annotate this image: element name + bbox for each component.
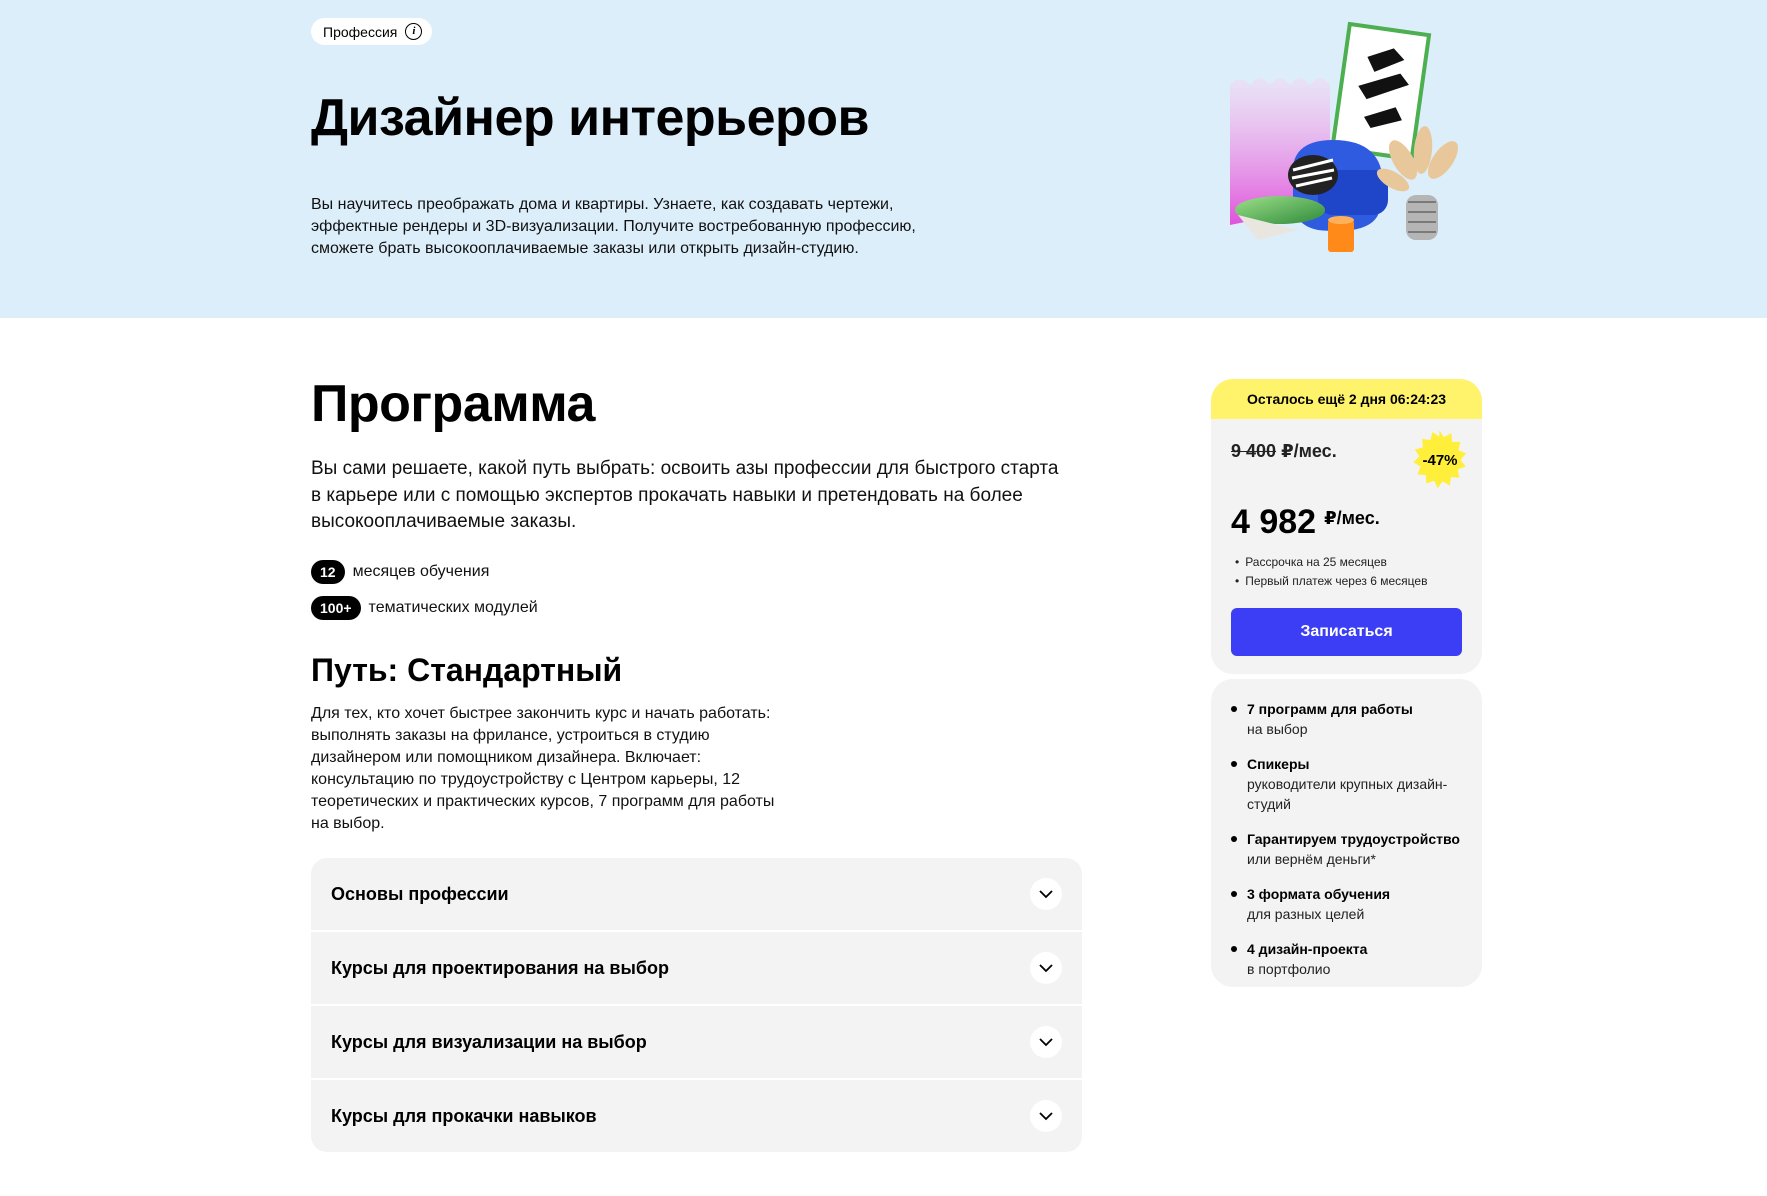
path-title: Путь: Стандартный (311, 652, 623, 688)
discount-badge: -47% (1422, 451, 1458, 469)
feature-subtitle: для разных целей (1247, 906, 1365, 922)
feature-item: Спикеры руководители крупных дизайн-студ… (1231, 754, 1462, 814)
feature-item: Гарантируем трудоустройство или вернём д… (1231, 829, 1462, 869)
stat-label: месяцев обучения (352, 563, 490, 580)
enroll-button[interactable]: Записаться (1231, 608, 1462, 656)
stat-modules: 100+ тематических модулей (311, 596, 538, 620)
feature-item: 7 программ для работы на выбор (1231, 699, 1462, 739)
feature-title: Спикеры (1247, 756, 1310, 772)
bullet-icon (1231, 761, 1237, 767)
new-price-unit: ₽/мес. (1324, 508, 1380, 528)
bullet-icon (1231, 891, 1237, 897)
chevron-down-icon[interactable] (1030, 952, 1062, 984)
accordion-item-label: Курсы для прокачки навыков (331, 1105, 597, 1126)
feature-title: 3 формата обучения (1247, 886, 1391, 902)
stat-pill: 100+ (311, 596, 361, 620)
countdown-timer: Осталось ещё 2 дня 06:24:23 (1211, 379, 1482, 419)
feature-title: 4 дизайн-проекта (1247, 941, 1368, 957)
program-description: Вы сами решаете, какой путь выбрать: осв… (311, 458, 1059, 532)
course-accordion: Основы профессии Курсы для проектировани… (311, 858, 1082, 1152)
old-price: 9 400 ₽/мес. (1231, 441, 1337, 462)
chevron-down-icon[interactable] (1030, 878, 1062, 910)
accordion-item[interactable]: Основы профессии (311, 858, 1082, 930)
path-description: Для тех, кто хочет быстрее закончить кур… (311, 705, 775, 832)
chevron-down-icon[interactable] (1030, 1100, 1062, 1132)
feature-item: 3 формата обучения для разных целей (1231, 884, 1462, 924)
stat-label: тематических модулей (368, 599, 538, 616)
accordion-item[interactable]: Курсы для проектирования на выбор (311, 932, 1082, 1004)
profession-tag-label: Профессия (323, 23, 398, 40)
info-icon[interactable]: i (405, 23, 423, 40)
price-notes: Рассрочка на 25 месяцев Первый платеж че… (1235, 553, 1427, 591)
bullet-icon (1231, 836, 1237, 842)
feature-subtitle: руководители крупных дизайн-студий (1247, 776, 1448, 812)
price-card: Осталось ещё 2 дня 06:24:23 9 400 ₽/мес.… (1211, 379, 1482, 674)
accordion-item-label: Основы профессии (331, 883, 509, 904)
feature-subtitle: или вернём деньги* (1247, 851, 1376, 867)
price-note: Первый платеж через 6 месяцев (1235, 572, 1427, 591)
old-price-amount: 9 400 (1231, 441, 1277, 461)
price-note: Рассрочка на 25 месяцев (1235, 553, 1427, 572)
hero-banner: Профессия i Дизайнер интерьеров Вы научи… (0, 0, 1767, 318)
stat-duration: 12 месяцев обучения (311, 560, 489, 584)
accordion-item-label: Курсы для визуализации на выбор (331, 1031, 647, 1052)
bullet-icon (1231, 706, 1237, 712)
accordion-item-label: Курсы для проектирования на выбор (331, 957, 669, 978)
feature-title: Гарантируем трудоустройство (1247, 831, 1460, 847)
accordion-item[interactable]: Курсы для прокачки навыков (311, 1080, 1082, 1152)
page-title: Дизайнер интерьеров (311, 89, 870, 147)
old-price-unit: ₽/мес. (1281, 441, 1337, 461)
interior-illustration (1230, 21, 1459, 252)
new-price-amount: 4 982 (1231, 503, 1317, 541)
features-card: 7 программ для работы на выбор Спикеры р… (1211, 679, 1482, 987)
accordion-item[interactable]: Курсы для визуализации на выбор (311, 1006, 1082, 1078)
hero-description: Вы научитесь преображать дома и квартиры… (311, 196, 916, 257)
profession-tag[interactable]: Профессия i (311, 18, 433, 45)
program-title: Программа (311, 375, 595, 433)
feature-title: 7 программ для работы (1247, 701, 1413, 717)
chevron-down-icon[interactable] (1030, 1026, 1062, 1058)
feature-item: 4 дизайн-проекта в портфолио (1231, 939, 1462, 979)
new-price: 4 982 ₽/мес. (1231, 503, 1380, 542)
stat-pill: 12 (311, 560, 345, 584)
bullet-icon (1231, 946, 1237, 952)
feature-subtitle: на выбор (1247, 721, 1308, 737)
feature-subtitle: в портфолио (1247, 961, 1331, 977)
